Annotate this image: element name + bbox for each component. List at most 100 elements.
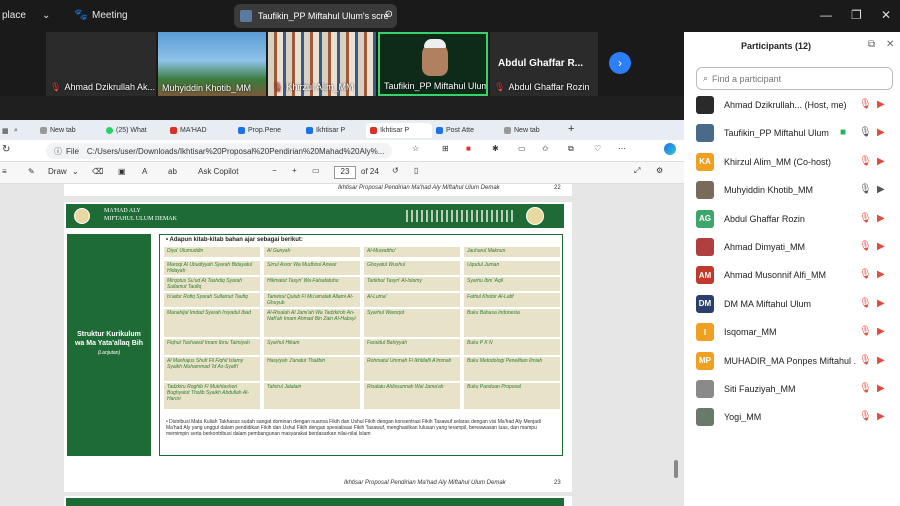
pdf-extension-icon[interactable]: ■ (466, 144, 471, 153)
translate-icon[interactable]: ab (168, 167, 177, 176)
url-field[interactable]: ⓘ File C:/Users/user/Downloads/Ikhtisar%… (46, 143, 392, 159)
participant-row[interactable]: AM Ahmad Musonnif Alfi_MM 🎙 ▶ (696, 265, 892, 285)
next-page-icon[interactable]: › (609, 52, 631, 74)
tab-ikhtisar-1[interactable]: Ikhtisar P (306, 123, 364, 138)
video-off-icon[interactable]: ▶ (877, 269, 885, 280)
video-off-icon[interactable]: ▶ (877, 156, 885, 167)
video-off-icon[interactable]: ▶ (877, 411, 885, 422)
collections-icon[interactable]: ⧉ (568, 144, 574, 154)
mic-icon[interactable]: 🎙 (859, 184, 872, 195)
participant-row[interactable]: KA Khirzul Alim_MM (Co-host) 🎙 ▶ (696, 152, 892, 172)
mic-muted-icon[interactable]: 🎙 (859, 383, 872, 394)
participant-row[interactable]: Muhyiddin Khotib_MM 🎙 ▶ (696, 180, 892, 200)
rotate-icon[interactable]: ↺ (392, 166, 399, 175)
settings-icon[interactable]: ⚙ (656, 166, 663, 175)
screen-share-pill[interactable]: Taufikin_PP Miftahul Ulum's scre ⊙ (234, 4, 397, 28)
fit-page-icon[interactable]: ▭ (312, 166, 320, 175)
puzzle-icon[interactable]: ✱ (492, 144, 499, 153)
pop-out-icon[interactable]: ⧉ (868, 39, 875, 50)
mic-icon[interactable]: 🎙 (859, 127, 872, 138)
mic-muted-icon[interactable]: 🎙 (859, 99, 872, 110)
more-icon[interactable]: ⊙ (385, 9, 393, 20)
draw-icon[interactable]: ✎ (28, 167, 35, 176)
zoom-out-icon[interactable]: − (272, 166, 277, 175)
video-tile-active-speaker[interactable]: Taufikin_PP Miftahul Ulum (378, 32, 488, 96)
eraser-icon[interactable]: ⌫ (92, 167, 103, 176)
mic-muted-icon[interactable]: 🎙 (859, 241, 872, 252)
video-off-icon[interactable]: ▶ (877, 127, 885, 138)
draw-button[interactable]: Draw (48, 167, 67, 176)
scrollbar-thumb[interactable] (674, 460, 678, 478)
tab-prop[interactable]: Prop.Pene (238, 123, 300, 138)
avatar: AG (696, 209, 714, 228)
participant-search[interactable]: ⌕ (696, 67, 893, 90)
avatar (696, 380, 714, 398)
page-number-input[interactable]: 23 (334, 166, 356, 179)
extension-icon[interactable]: ⊞ (442, 144, 449, 153)
tab-whatsapp[interactable]: (25) What (106, 123, 164, 138)
text-icon[interactable]: A (142, 167, 147, 176)
reload-icon[interactable]: ↻ (2, 144, 10, 155)
menu-icon[interactable]: ≡ (2, 167, 7, 176)
mic-muted-icon[interactable]: 🎙 (859, 213, 872, 224)
participant-row[interactable]: DM DM MA Miftahul Ulum 🎙 ▶ (696, 294, 892, 314)
tab-grid-icon[interactable]: ▦ (2, 123, 9, 138)
minimize-icon[interactable]: — (820, 8, 832, 22)
video-tile[interactable]: Muhyiddin Khotib_MM (158, 32, 266, 96)
tab-search-icon[interactable]: ⌕ (14, 123, 18, 138)
chevron-down-icon[interactable]: ⌄ (42, 10, 50, 21)
zoom-in-icon[interactable]: + (292, 166, 297, 175)
table-cell: Fathul Khobir Al-Latif (464, 293, 560, 307)
mic-muted-icon[interactable]: 🎙 (859, 156, 872, 167)
mic-muted-icon[interactable]: 🎙 (859, 411, 872, 422)
close-icon[interactable]: ✕ (881, 8, 891, 22)
heart-icon[interactable]: ♡ (594, 144, 601, 153)
star-icon[interactable]: ☆ (412, 144, 419, 153)
video-off-icon[interactable]: ▶ (877, 241, 885, 252)
pdf-viewer[interactable]: Ikhtisar Proposal Pendirian Ma'had Aly M… (0, 184, 684, 506)
ask-copilot-button[interactable]: Ask Copilot (198, 167, 238, 176)
mic-muted-icon[interactable]: 🎙 (859, 355, 872, 366)
mic-muted-icon[interactable]: 🎙 (859, 326, 872, 337)
participant-row[interactable]: Ahmad Dimyati_MM 🎙 ▶ (696, 237, 892, 257)
video-off-icon[interactable]: ▶ (877, 298, 885, 309)
participant-row[interactable]: Taufikin_PP Miftahul Ulum 🎙 ▶ ■ (696, 123, 892, 143)
participant-row[interactable]: MP MUHADIR_MA Ponpes Miftahul ... 🎙 ▶ (696, 351, 892, 371)
video-off-icon[interactable]: ▶ (877, 99, 885, 110)
participant-row[interactable]: Ahmad Dzikrullah... (Host, me) 🎙 ▶ (696, 95, 892, 115)
video-off-icon[interactable]: ▶ (877, 213, 885, 224)
tab-new[interactable]: New tab (40, 123, 98, 138)
chevron-down-icon[interactable]: ⌄ (72, 167, 79, 176)
close-icon[interactable]: ✕ (886, 39, 894, 50)
mic-muted-icon[interactable]: 🎙 (859, 269, 872, 280)
participant-row[interactable]: I Isqomar_MM 🎙 ▶ (696, 322, 892, 342)
participant-row[interactable]: AG Abdul Ghaffar Rozin 🎙 ▶ (696, 209, 892, 229)
tab-new-2[interactable]: New tab (504, 123, 556, 138)
video-off-icon[interactable]: ▶ (877, 383, 885, 394)
table-cell: Buku P K N (464, 339, 560, 355)
video-tile[interactable]: 🎙 Khirzul Alim_MM (268, 32, 376, 96)
video-icon[interactable]: ▶ (877, 184, 885, 195)
split-screen-icon[interactable]: ▭ (518, 144, 526, 153)
search-input[interactable] (712, 73, 873, 84)
video-off-icon[interactable]: ▶ (877, 355, 885, 366)
more-icon[interactable]: ⋯ (618, 144, 626, 153)
tab-mahad[interactable]: MA'HAD (170, 123, 230, 138)
read-aloud-icon[interactable]: ▣ (118, 167, 126, 176)
video-tile[interactable]: 🎙 Ahmad Dzikrullah Ak... (46, 32, 156, 96)
new-tab-plus-icon[interactable]: + (568, 121, 574, 136)
restore-icon[interactable]: ❐ (851, 8, 862, 22)
tab-ikhtisar-active[interactable]: Ikhtisar P (366, 123, 432, 138)
video-off-icon[interactable]: ▶ (877, 326, 885, 337)
mic-muted-icon[interactable]: 🎙 (859, 298, 872, 309)
table-cell: Mirqotus Su'ud At Tashdiq Syarah Sullamu… (164, 277, 260, 291)
video-tile[interactable]: Abdul Ghaffar R... 🎙 Abdul Ghaffar Rozin (490, 32, 598, 96)
participant-name: Isqomar_MM (724, 327, 777, 338)
expand-icon[interactable]: ⤢ (634, 166, 640, 176)
participant-row[interactable]: Siti Fauziyah_MM 🎙 ▶ (696, 379, 892, 399)
copilot-icon[interactable] (664, 143, 676, 155)
tab-post-attendance[interactable]: Post Atte (436, 123, 500, 138)
favorites-icon[interactable]: ✩ (542, 144, 549, 153)
participant-row[interactable]: Yogi_MM 🎙 ▶ (696, 407, 892, 427)
page-view-icon[interactable]: ▯ (414, 166, 418, 175)
